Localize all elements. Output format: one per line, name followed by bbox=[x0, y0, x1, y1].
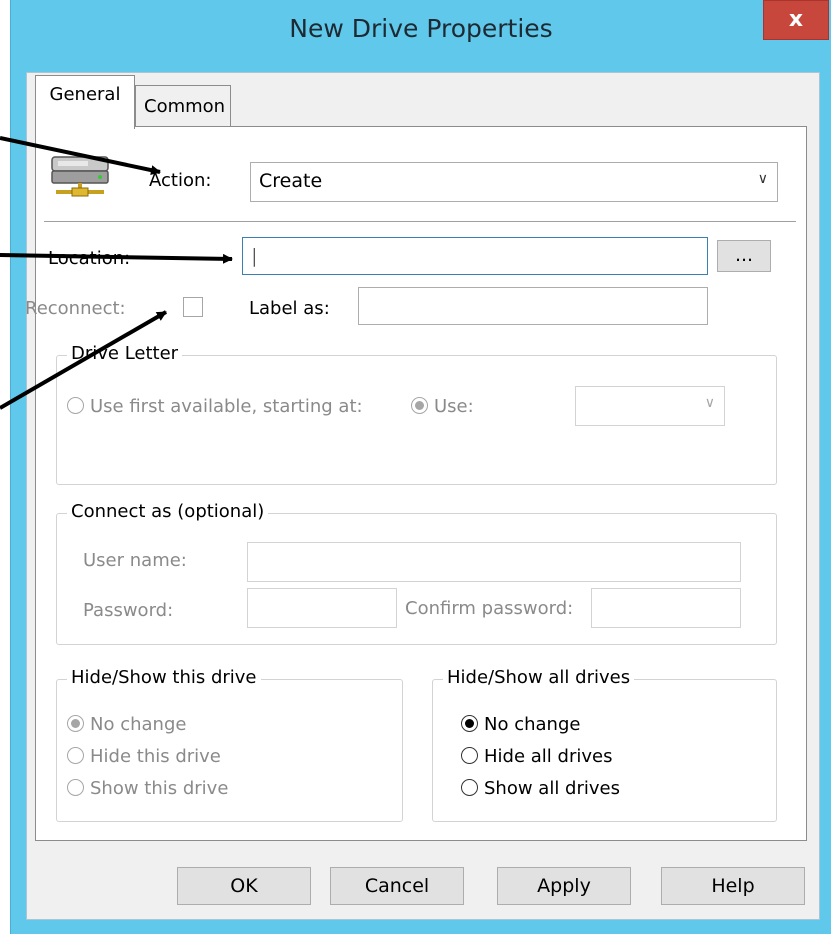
network-drive-icon bbox=[51, 156, 109, 197]
use-label: Use: bbox=[434, 396, 474, 417]
apply-button[interactable]: Apply bbox=[497, 867, 631, 905]
label-as-input[interactable] bbox=[358, 287, 708, 325]
radio-selected-icon bbox=[461, 715, 478, 732]
radio-hide-all-drives[interactable]: Hide all drives bbox=[461, 746, 612, 767]
drive-letter-group: Drive Letter Use first available, starti… bbox=[56, 343, 777, 485]
user-name-label: User name: bbox=[83, 550, 187, 571]
connect-as-group: Connect as (optional) User name: Passwor… bbox=[56, 501, 777, 645]
radio-circle-icon bbox=[461, 779, 478, 796]
user-name-input[interactable] bbox=[247, 542, 741, 582]
hide-all-drives-label: Hide all drives bbox=[484, 746, 613, 767]
radio-use[interactable]: Use: bbox=[411, 396, 474, 417]
password-label: Password: bbox=[83, 600, 174, 621]
drive-letter-select[interactable]: ∨ bbox=[575, 386, 725, 426]
radio-selected-icon bbox=[411, 397, 428, 414]
action-select[interactable]: Create ∨ bbox=[250, 162, 778, 202]
reconnect-checkbox[interactable] bbox=[183, 297, 203, 317]
dialog-client: General Common Action: Create ∨ Location… bbox=[25, 72, 820, 920]
confirm-password-label: Confirm password: bbox=[405, 598, 574, 619]
hide-this-drive-label: Hide this drive bbox=[90, 746, 221, 767]
radio-show-this-drive[interactable]: Show this drive bbox=[67, 778, 228, 799]
radio-circle-icon bbox=[67, 779, 84, 796]
confirm-password-input[interactable] bbox=[591, 588, 741, 628]
close-button[interactable]: x bbox=[763, 0, 829, 40]
browse-button[interactable]: ... bbox=[717, 240, 771, 272]
window-title: New Drive Properties bbox=[289, 14, 553, 43]
separator bbox=[44, 221, 796, 222]
browse-label: ... bbox=[734, 244, 754, 266]
radio-circle-icon bbox=[67, 397, 84, 414]
radio-circle-icon bbox=[461, 747, 478, 764]
password-input[interactable] bbox=[247, 588, 397, 628]
radio-all-no-change[interactable]: No change bbox=[461, 714, 580, 735]
radio-hide-this-drive[interactable]: Hide this drive bbox=[67, 746, 221, 767]
radio-use-first-available[interactable]: Use first available, starting at: bbox=[67, 396, 363, 417]
label-as-label: Label as: bbox=[249, 298, 330, 319]
hide-show-this-legend: Hide/Show this drive bbox=[67, 667, 261, 688]
hide-show-all-drives-group: Hide/Show all drives No change Hide all … bbox=[432, 667, 777, 822]
chevron-down-icon: ∨ bbox=[757, 171, 768, 187]
hide-show-this-drive-group: Hide/Show this drive No change Hide this… bbox=[56, 667, 403, 822]
location-label: Location: bbox=[48, 248, 131, 269]
action-value: Create bbox=[259, 170, 323, 192]
radio-selected-icon bbox=[67, 715, 84, 732]
show-all-drives-label: Show all drives bbox=[484, 778, 620, 799]
location-value: | bbox=[251, 245, 258, 267]
tab-common[interactable]: Common bbox=[135, 85, 231, 127]
show-this-drive-label: Show this drive bbox=[90, 778, 229, 799]
connect-as-legend: Connect as (optional) bbox=[67, 501, 269, 522]
radio-show-all-drives[interactable]: Show all drives bbox=[461, 778, 620, 799]
tab-general[interactable]: General bbox=[35, 75, 135, 129]
hide-show-all-legend: Hide/Show all drives bbox=[443, 667, 635, 688]
dialog-window: New Drive Properties x General Common Ac… bbox=[10, 0, 831, 934]
reconnect-label: Reconnect: bbox=[25, 298, 126, 319]
ok-button[interactable]: OK bbox=[177, 867, 311, 905]
action-label: Action: bbox=[149, 170, 212, 191]
location-input[interactable]: | bbox=[242, 237, 708, 275]
radio-this-no-change[interactable]: No change bbox=[67, 714, 186, 735]
general-panel: Action: Create ∨ Location: | ... Reconne… bbox=[25, 126, 807, 841]
radio-circle-icon bbox=[67, 747, 84, 764]
cancel-button[interactable]: Cancel bbox=[330, 867, 464, 905]
chevron-down-icon: ∨ bbox=[704, 395, 715, 411]
this-no-change-label: No change bbox=[90, 714, 187, 735]
drive-letter-legend: Drive Letter bbox=[67, 343, 183, 364]
use-first-label: Use first available, starting at: bbox=[90, 396, 363, 417]
all-no-change-label: No change bbox=[484, 714, 581, 735]
help-button[interactable]: Help bbox=[661, 867, 805, 905]
